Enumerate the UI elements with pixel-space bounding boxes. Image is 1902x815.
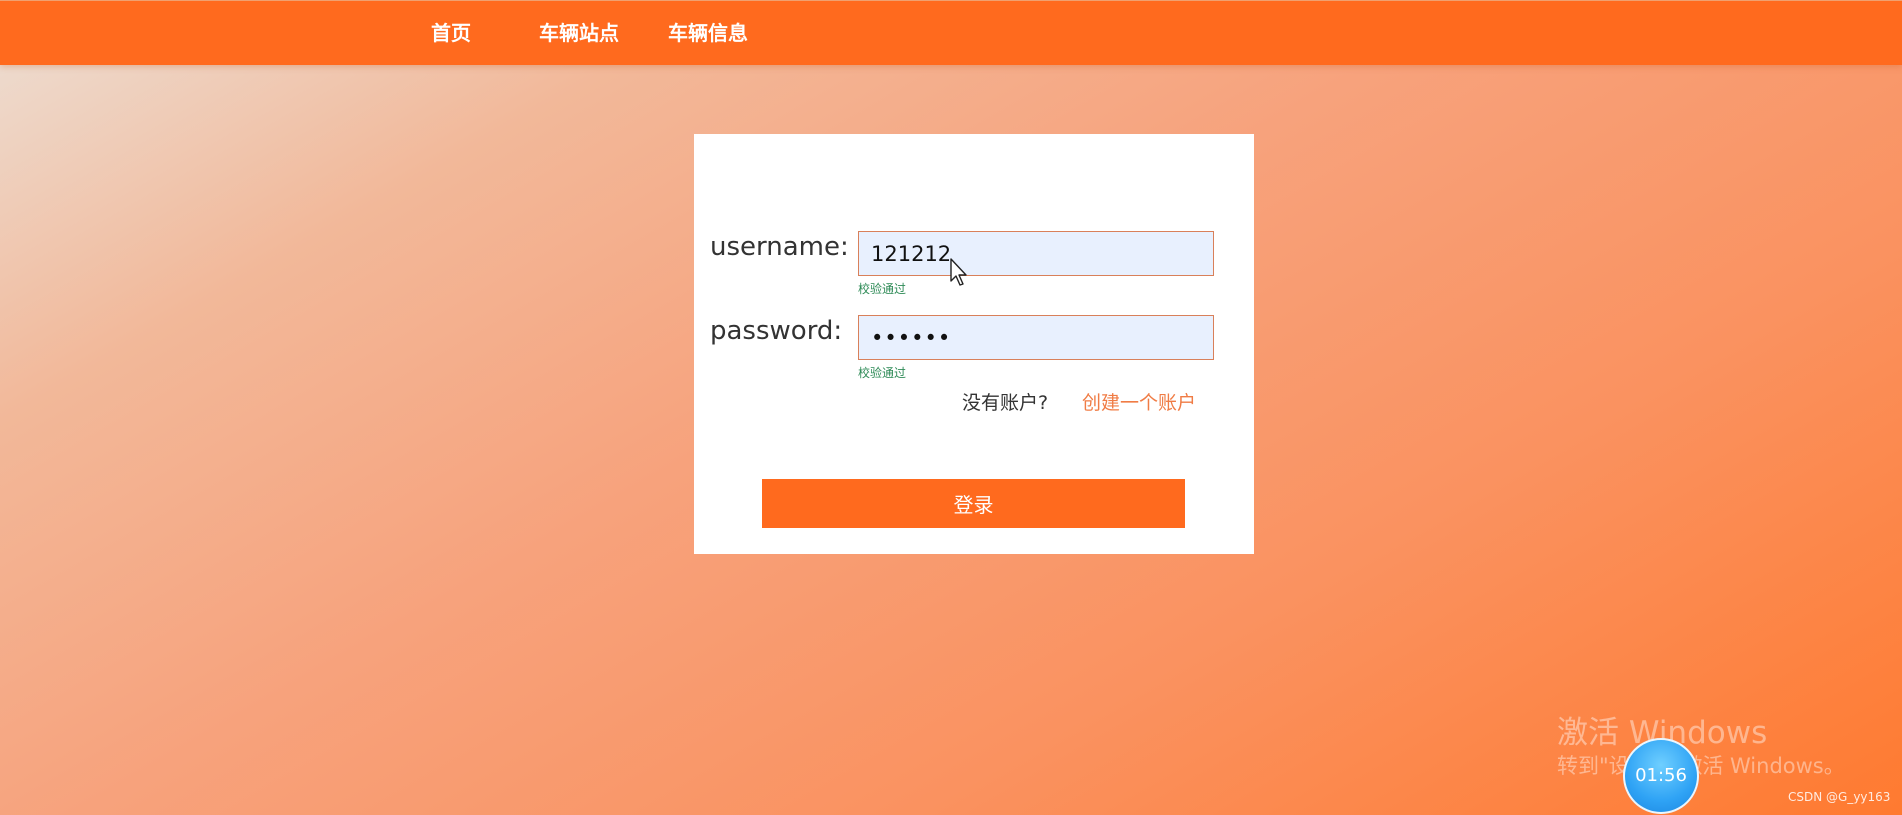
login-button[interactable]: 登录 (762, 479, 1185, 528)
create-account-link[interactable]: 创建一个账户 (1082, 388, 1196, 415)
nav-item-home[interactable]: 首页 (431, 1, 471, 66)
top-navbar: 首页 车辆站点 车辆信息 (0, 0, 1902, 65)
username-label: username: (710, 232, 849, 262)
password-label: password: (710, 316, 843, 346)
nav-item-vehicle-stations[interactable]: 车辆站点 (539, 1, 619, 66)
recording-timer[interactable]: 01:56 (1623, 738, 1699, 814)
password-input[interactable] (858, 315, 1214, 360)
mouse-pointer-icon (950, 258, 967, 286)
login-card: username: 校验通过 password: 校验通过 没有账户? 创建一个… (694, 134, 1254, 554)
no-account-text: 没有账户? (962, 392, 1049, 414)
password-validation-message: 校验通过 (858, 366, 907, 380)
nav-item-vehicle-info[interactable]: 车辆信息 (668, 1, 748, 66)
username-validation-message: 校验通过 (858, 282, 907, 296)
windows-activation-watermark-subtitle: 转到"设置"以激活 Windows。 (1557, 754, 1845, 778)
csdn-credit-watermark: CSDN @G_yy163 (1788, 790, 1891, 804)
username-input[interactable] (858, 231, 1214, 276)
